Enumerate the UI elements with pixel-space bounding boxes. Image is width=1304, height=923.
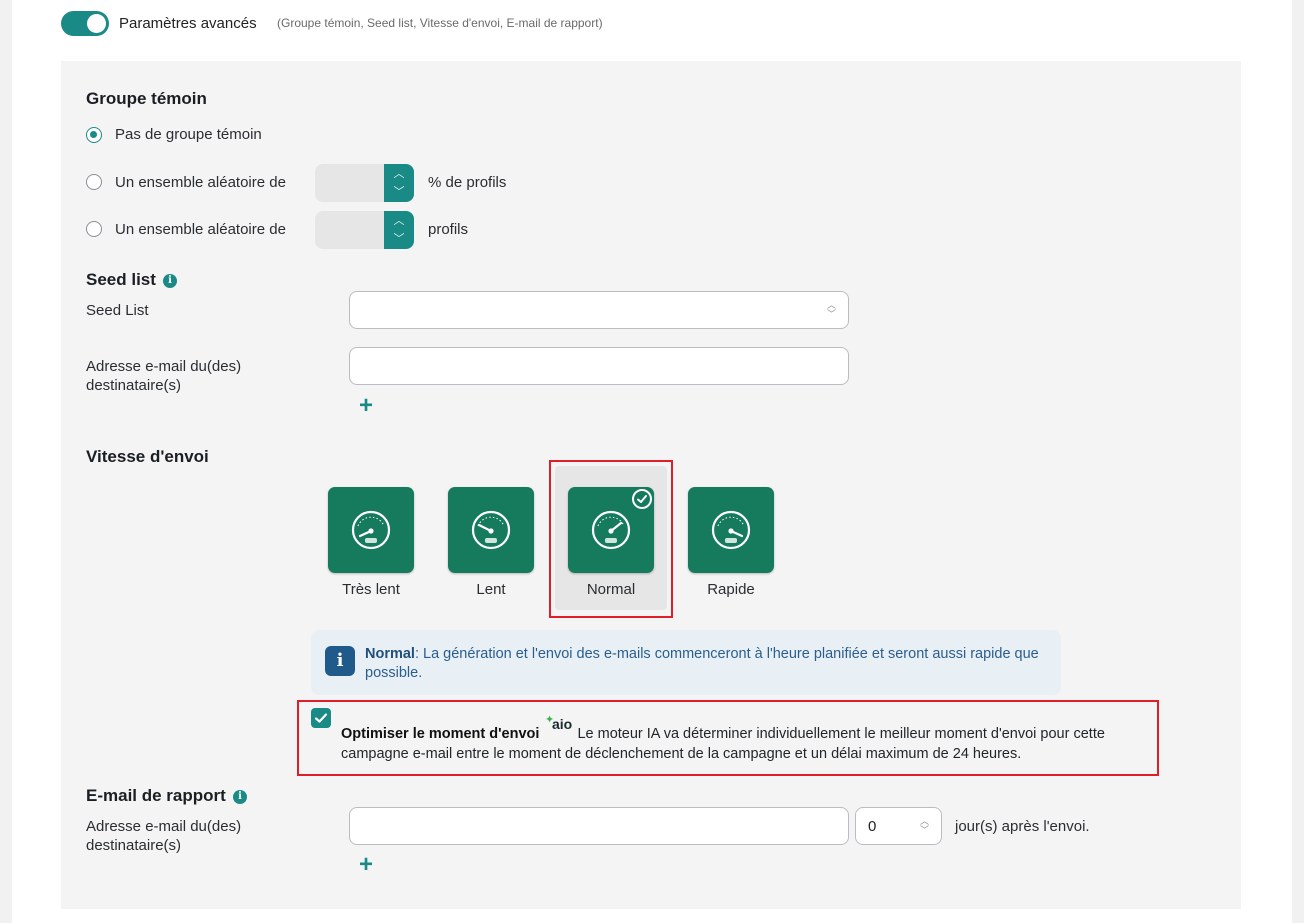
speedometer-very-slow-icon [351, 510, 391, 550]
radio-random-percent[interactable] [86, 174, 102, 190]
chevron-down-icon[interactable]: ﹀ [394, 184, 405, 200]
speed-label-very-slow: Très lent [342, 581, 400, 598]
info-icon[interactable]: i [233, 790, 247, 804]
count-stepper[interactable]: ︿ ﹀ [315, 211, 414, 249]
toggle-hint: (Groupe témoin, Seed list, Vitesse d'env… [277, 16, 603, 30]
info-icon[interactable]: i [163, 274, 177, 288]
radio-no-control-group[interactable] [86, 127, 102, 143]
count-suffix: profils [428, 221, 469, 238]
percent-stepper[interactable]: ︿ ﹀ [315, 164, 414, 202]
seed-list-title: Seed list [86, 270, 156, 289]
toggle-label: Paramètres avancés [119, 15, 257, 32]
report-days-suffix: jour(s) après l'envoi. [955, 818, 1090, 835]
highlight-optimize-send-time [297, 700, 1159, 776]
report-email-label-line2: destinataire(s) [86, 837, 182, 854]
seed-list-label: Seed List [86, 302, 149, 319]
seed-email-label-line1: Adresse e-mail du(des) [86, 358, 242, 375]
stepper-buttons[interactable]: ︿ ﹀ [384, 211, 414, 249]
report-days-value: 0 [868, 818, 877, 835]
speed-info-bold: Normal [365, 646, 415, 662]
speed-info-box: i Normal: La génération et l'envoi des e… [311, 630, 1061, 695]
radio-label-random-count: Un ensemble aléatoire de [115, 221, 286, 238]
add-seed-email-button[interactable]: + [359, 394, 373, 418]
highlight-normal-speed [549, 460, 673, 618]
speedometer-slow-icon [471, 510, 511, 550]
report-email-input[interactable] [349, 807, 849, 845]
speed-label-fast: Rapide [707, 581, 755, 598]
speed-card-fast[interactable] [688, 487, 774, 573]
speed-label-slow: Lent [476, 581, 506, 598]
report-days-input[interactable]: 0 ︿ ﹀ [855, 807, 942, 845]
radio-random-count[interactable] [86, 221, 102, 237]
seed-list-select[interactable]: ︿ ﹀ [349, 291, 849, 329]
vitesse-title: Vitesse d'envoi [86, 447, 209, 466]
groupe-temoin-title: Groupe témoin [86, 89, 207, 108]
speed-card-slow[interactable] [448, 487, 534, 573]
speedometer-fast-icon [711, 510, 751, 550]
info-icon: i [325, 646, 355, 676]
advanced-settings-toggle[interactable] [61, 11, 109, 36]
stepper-buttons[interactable]: ︿ ﹀ [384, 164, 414, 202]
toggle-knob [87, 14, 106, 33]
report-email-label-line1: Adresse e-mail du(des) [86, 818, 242, 835]
select-arrows-icon: ︿ ﹀ [826, 300, 836, 319]
chevron-down-icon[interactable]: ﹀ [394, 231, 405, 247]
seed-email-label-line2: destinataire(s) [86, 377, 182, 394]
radio-label-no-control-group: Pas de groupe témoin [115, 126, 262, 143]
speed-card-very-slow[interactable] [328, 487, 414, 573]
seed-email-input[interactable] [349, 347, 849, 385]
speed-info-description: : La génération et l'envoi des e-mails c… [365, 646, 1039, 681]
stepper-arrows-icon[interactable]: ︿ ﹀ [920, 817, 929, 835]
chevron-up-icon[interactable]: ︿ [394, 213, 405, 229]
report-email-title: E-mail de rapport [86, 786, 226, 805]
radio-label-random-percent: Un ensemble aléatoire de [115, 174, 286, 191]
speed-info-text: Normal: La génération et l'envoi des e-m… [365, 645, 1045, 683]
percent-suffix: % de profils [428, 174, 507, 191]
add-report-email-button[interactable]: + [359, 853, 373, 877]
chevron-up-icon[interactable]: ︿ [394, 166, 405, 182]
